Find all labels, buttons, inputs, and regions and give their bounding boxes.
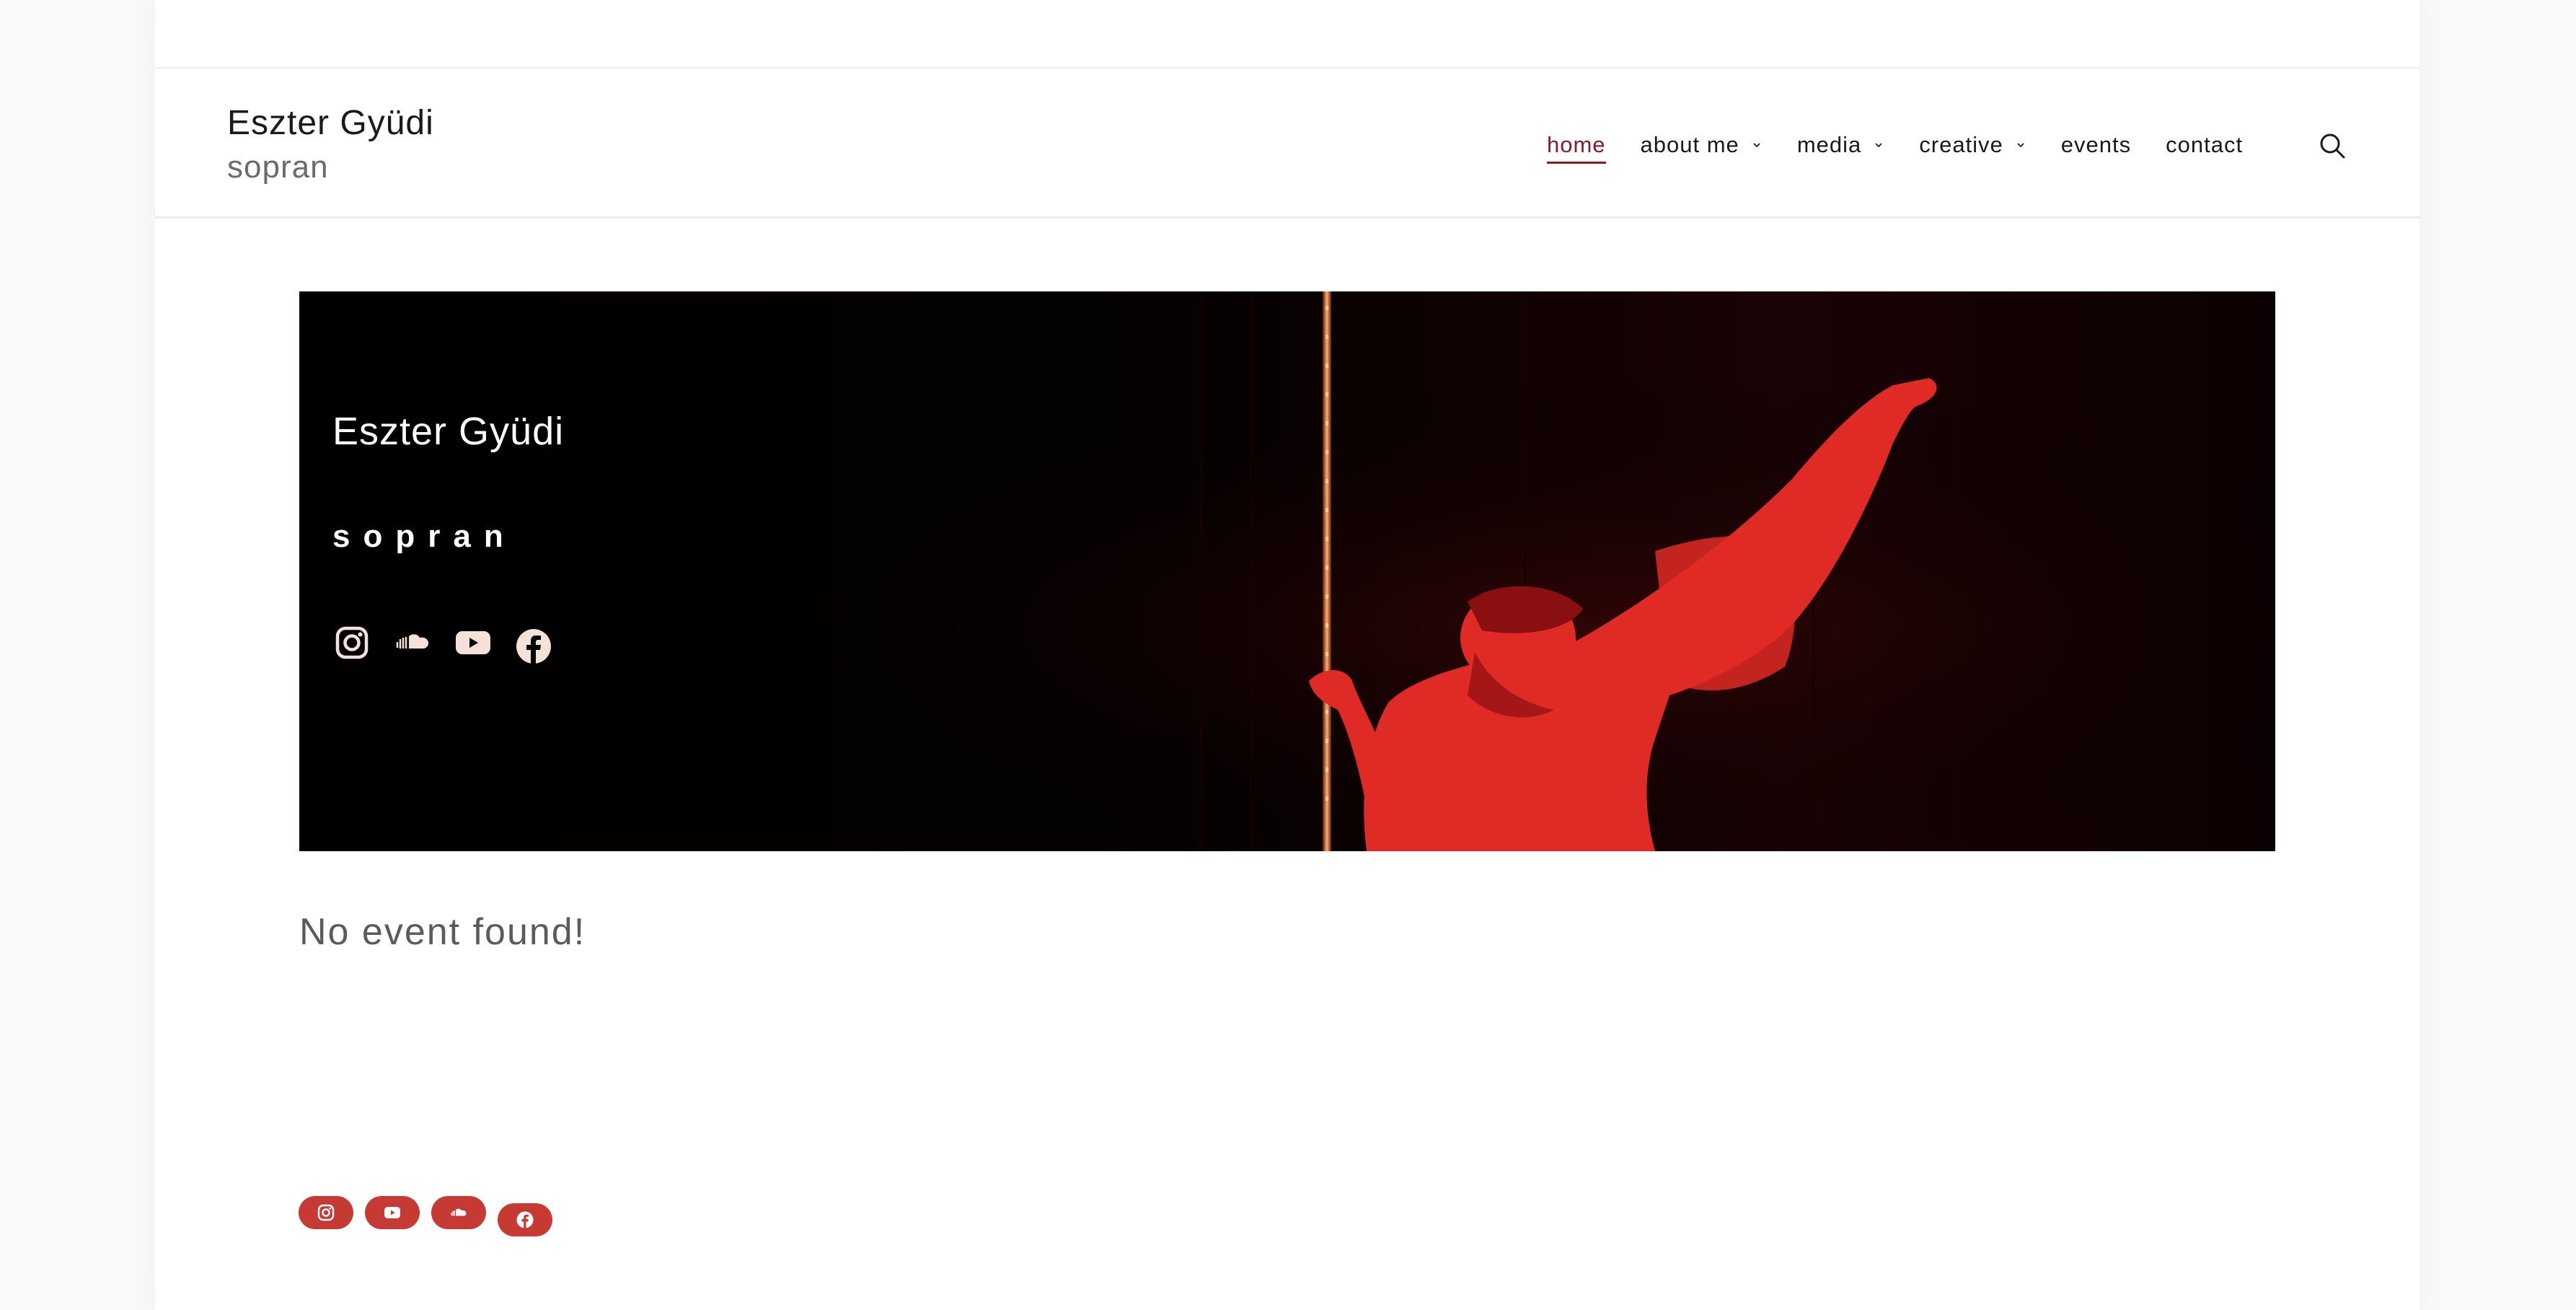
nav-item-label: about me [1640,132,1739,157]
top-bar [155,0,2420,69]
instagram-icon[interactable] [332,623,371,662]
nav-item-contact[interactable]: contact [2166,132,2243,158]
footer-instagram-link[interactable] [299,1196,353,1229]
main-nav: home about me media creative events cont… [1547,131,2243,164]
hero-image [299,291,2275,851]
footer-youtube-link[interactable] [365,1196,420,1229]
nav-item-events[interactable]: events [2061,132,2131,158]
nav-item-home[interactable]: home [1547,132,1606,164]
nav-item-label: events [2060,132,2132,157]
footer-social-links [299,1196,552,1236]
nav-item-label: media [1796,132,1862,157]
chevron-down-icon [2017,143,2024,148]
site-title[interactable]: Eszter Gyüdi [227,103,434,143]
chevron-down-icon [1753,143,1760,148]
site-header: Eszter Gyüdi sopran home about me media … [155,69,2420,219]
nav-item-label: contact [2166,132,2244,157]
hero-banner: Eszter Gyüdi sopran [299,291,2275,851]
hero-social-links [332,620,553,666]
nav-item-label: home [1547,132,1606,157]
youtube-icon [384,1207,400,1218]
hero-title: Eszter Gyüdi [332,410,565,453]
nav-item-about-me[interactable]: about me [1641,132,1763,158]
site-subtitle: sopran [227,149,329,185]
facebook-icon[interactable] [514,627,553,666]
empty-events-message: No event found! [299,911,586,953]
chevron-down-icon [1875,143,1882,148]
soundcloud-icon [451,1208,467,1216]
soundcloud-icon[interactable] [393,623,432,662]
footer-soundcloud-link[interactable] [431,1196,486,1229]
nav-item-label: creative [1919,132,2003,157]
nav-item-creative[interactable]: creative [1919,132,2026,158]
hero-subtitle: sopran [332,519,516,554]
footer-facebook-link[interactable] [498,1203,552,1236]
search-icon[interactable] [2319,132,2346,159]
facebook-icon [516,1211,534,1228]
page: Eszter Gyüdi sopran home about me media … [155,0,2420,1310]
youtube-icon[interactable] [454,623,493,662]
instagram-icon [317,1204,335,1221]
nav-item-media[interactable]: media [1797,132,1884,158]
